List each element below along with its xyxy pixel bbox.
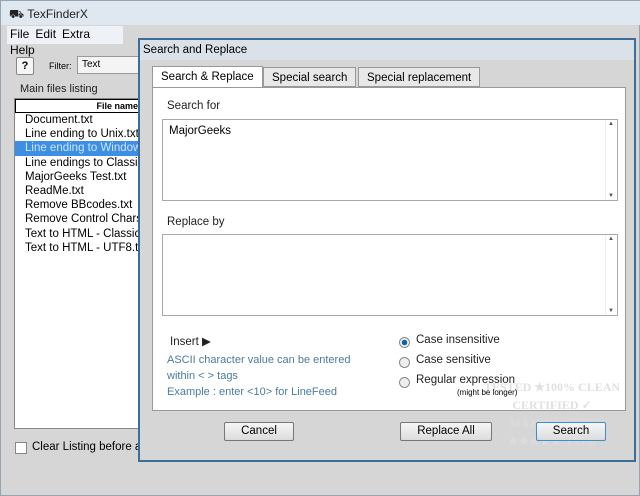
menu-file[interactable]: File (7, 26, 32, 42)
file-list-item[interactable]: Line ending to Unix.txt (15, 127, 143, 141)
search-input[interactable]: MajorGeeks (162, 119, 618, 201)
menu-extra[interactable]: Extra (59, 26, 93, 42)
radio-regular-expression[interactable] (399, 377, 410, 388)
tab-special-search[interactable]: Special search (263, 67, 357, 87)
file-list[interactable]: File name Document.txt Line ending to Uni… (14, 98, 144, 429)
app-title: TexFinderX (27, 7, 88, 21)
replace-input[interactable] (162, 234, 618, 316)
clear-listing-checkbox[interactable] (15, 442, 27, 454)
file-list-item[interactable]: Line ending to Windows (15, 141, 143, 156)
menu-bar: File Edit Extra Help (7, 26, 123, 57)
listing-label: Main files listing (20, 83, 98, 95)
menu-help[interactable]: Help (7, 42, 38, 58)
search-replace-dialog: Search and Replace Search & Replace Spec… (138, 38, 636, 462)
dialog-title: Search and Replace (140, 40, 634, 60)
search-scrollbar[interactable] (605, 120, 617, 200)
column-header-file-name[interactable]: File name (15, 99, 143, 113)
radio-case-sensitive[interactable] (399, 357, 410, 368)
file-list-item[interactable]: Remove Control Chars.t (15, 212, 143, 226)
hint-line-2: within < > tags (167, 370, 238, 382)
search-for-label: Search for (167, 100, 221, 112)
tab-search-replace[interactable]: Search & Replace (152, 66, 263, 88)
file-list-item[interactable]: Document.txt (15, 113, 143, 127)
insert-menu[interactable]: Insert ▶ (170, 334, 211, 348)
file-list-item[interactable]: ReadMe.txt (15, 184, 143, 198)
radio-case-insensitive[interactable] (399, 337, 410, 348)
app-icon: ⛟ (9, 7, 28, 21)
triangle-right-icon: ▶ (201, 336, 211, 348)
replace-scrollbar[interactable] (605, 235, 617, 315)
insert-label: Insert (170, 336, 199, 348)
search-button[interactable]: Search (536, 422, 606, 441)
search-value: MajorGeeks (169, 125, 231, 137)
regex-note: (might be longer) (457, 388, 518, 397)
hint-line-3: Example : enter <10> for LineFeed (167, 386, 337, 398)
replace-by-label: Replace by (167, 216, 225, 228)
title-bar: ⛟ TexFinderX (1, 1, 640, 25)
case-insensitive-label: Case insensitive (416, 334, 500, 346)
replace-all-button[interactable]: Replace All (400, 422, 492, 441)
hint-line-1: ASCII character value can be entered (167, 354, 351, 366)
file-list-item[interactable]: Text to HTML - Classic M (15, 227, 143, 241)
file-list-item[interactable]: Text to HTML - UTF8.txt (15, 241, 143, 255)
tab-special-replacement[interactable]: Special replacement (358, 67, 481, 87)
clear-listing-label: Clear Listing before ac (32, 441, 148, 453)
file-list-item[interactable]: MajorGeeks Test.txt (15, 170, 143, 184)
menu-edit[interactable]: Edit (32, 26, 59, 42)
file-list-item[interactable]: Remove BBcodes.txt (15, 198, 143, 212)
filter-label: Filter: (49, 61, 72, 71)
file-list-item[interactable]: Line endings to Classic (15, 156, 143, 170)
case-sensitive-label: Case sensitive (416, 354, 491, 366)
cancel-button[interactable]: Cancel (224, 422, 294, 441)
help-button[interactable]: ? (16, 57, 34, 75)
tab-panel: Search for MajorGeeks Replace by Insert … (152, 87, 626, 448)
regular-expression-label: Regular expression (416, 374, 516, 386)
